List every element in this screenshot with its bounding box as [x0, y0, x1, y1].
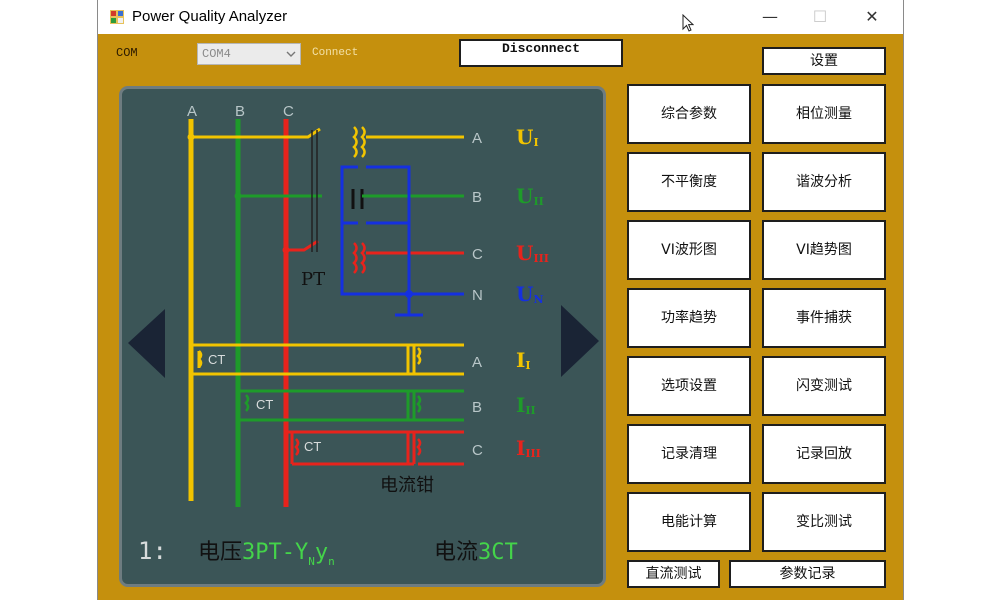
voltage-config-label: 电压3PT-YNyn: [198, 540, 335, 568]
com-label: COM: [116, 46, 138, 60]
chevron-down-icon: [286, 51, 296, 57]
pt-label: PT: [301, 269, 325, 290]
harmonic-analysis-button[interactable]: 谐波分析: [762, 152, 886, 212]
ratio-test-button[interactable]: 变比测试: [762, 492, 886, 552]
com-port-value: COM4: [202, 47, 231, 61]
unbalance-button[interactable]: 不平衡度: [627, 152, 751, 212]
ct-label-c: CT: [304, 439, 321, 454]
event-capture-button[interactable]: 事件捕获: [762, 288, 886, 348]
curr-terminal-b: B: [472, 399, 482, 416]
ct-label-a: CT: [208, 352, 225, 367]
diagram-index: 1:: [138, 537, 167, 565]
curr-label-i3: IIII: [516, 436, 541, 460]
options-button[interactable]: 选项设置: [627, 356, 751, 416]
clear-records-button[interactable]: 记录清理: [627, 424, 751, 484]
settings-button[interactable]: 设置: [762, 47, 886, 75]
current-config-label: 电流3CT: [434, 540, 518, 565]
volt-terminal-b: B: [472, 189, 482, 206]
window-title: Power Quality Analyzer: [132, 8, 288, 25]
com-port-select[interactable]: COM4: [197, 43, 301, 65]
connect-label[interactable]: Connect: [312, 47, 358, 59]
next-arrow-icon[interactable]: [561, 305, 599, 377]
volt-label-u3: UIII: [516, 241, 549, 265]
volt-label-u1: UI: [516, 125, 539, 149]
vi-trend-button[interactable]: VI趋势图: [762, 220, 886, 280]
wiring-diagram-panel: A B C PT A B C N UI UII UIII UN CT CT CT…: [119, 86, 606, 587]
mouse-cursor-icon: [682, 14, 694, 32]
bus-label-c: C: [283, 103, 294, 120]
ct-label-b: CT: [256, 397, 273, 412]
wiring-diagram: A B C PT A B C N UI UII UIII UN CT CT CT…: [128, 103, 599, 568]
power-trend-button[interactable]: 功率趋势: [627, 288, 751, 348]
flicker-test-button[interactable]: 闪变测试: [762, 356, 886, 416]
minimize-button[interactable]: —: [747, 4, 793, 30]
bus-label-a: A: [187, 103, 197, 120]
dc-test-button[interactable]: 直流测试: [627, 560, 720, 588]
volt-terminal-a: A: [472, 130, 482, 147]
volt-label-u2: UII: [516, 184, 544, 208]
previous-arrow-icon[interactable]: [128, 309, 165, 378]
app-window: Power Quality Analyzer — ☐ ✕ COM COM4 Co…: [97, 0, 904, 600]
close-button[interactable]: ✕: [849, 4, 895, 30]
clamp-label: 电流钳: [380, 475, 434, 496]
maximize-button[interactable]: ☐: [797, 4, 843, 30]
playback-records-button[interactable]: 记录回放: [762, 424, 886, 484]
app-icon: [110, 10, 124, 24]
curr-label-i2: III: [516, 393, 536, 417]
bus-label-b: B: [235, 103, 245, 120]
volt-terminal-c: C: [472, 246, 483, 263]
volt-terminal-n: N: [472, 287, 483, 304]
volt-label-un: UN: [516, 282, 544, 306]
curr-label-i1: II: [516, 348, 531, 372]
energy-calc-button[interactable]: 电能计算: [627, 492, 751, 552]
title-bar: Power Quality Analyzer — ☐ ✕: [98, 0, 903, 34]
param-record-button[interactable]: 参数记录: [729, 560, 886, 588]
curr-terminal-c: C: [472, 442, 483, 459]
phase-measure-button[interactable]: 相位测量: [762, 84, 886, 144]
overall-params-button[interactable]: 综合参数: [627, 84, 751, 144]
vi-waveform-button[interactable]: VI波形图: [627, 220, 751, 280]
curr-terminal-a: A: [472, 354, 482, 371]
disconnect-button[interactable]: Disconnect: [459, 39, 623, 67]
